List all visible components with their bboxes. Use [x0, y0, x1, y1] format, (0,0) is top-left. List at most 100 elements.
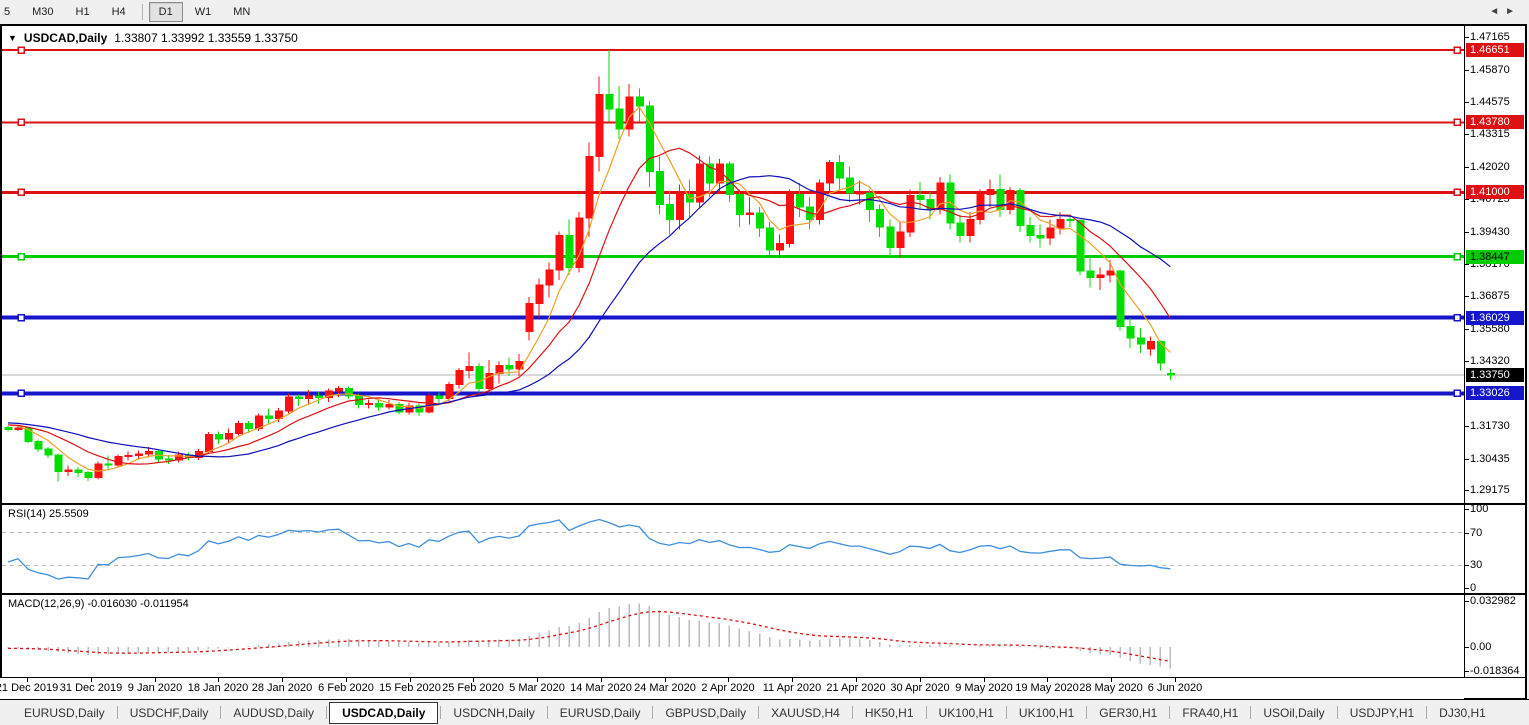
date-axis-label[interactable]: 14 Mar 2020 — [570, 682, 632, 694]
hline-handle[interactable] — [1454, 47, 1460, 53]
chart-tab-uk100-h1[interactable]: UK100,H1 — [929, 703, 1004, 723]
price-axis-tick — [1464, 426, 1469, 427]
candle-body-bear — [566, 236, 573, 268]
macd-indicator-pane[interactable] — [2, 595, 1464, 677]
rsi-axis-tick — [1464, 509, 1469, 510]
price-axis-tick — [1464, 37, 1469, 38]
hline-handle[interactable] — [1454, 315, 1460, 321]
hline-handle[interactable] — [18, 47, 24, 53]
chart-tab-usdjpy-h1[interactable]: USDJPY,H1 — [1340, 703, 1424, 723]
tab-separator — [440, 706, 441, 719]
candle-body-bear — [215, 435, 222, 439]
date-axis-label[interactable]: 30 Apr 2020 — [890, 682, 949, 694]
candle-body-bear — [917, 195, 924, 199]
hline-handle[interactable] — [1454, 189, 1460, 195]
chevron-down-icon[interactable]: ▼ — [8, 33, 17, 43]
chart-tab-gbpusd-daily[interactable]: GBPUSD,Daily — [655, 703, 756, 723]
hline-handle[interactable] — [1454, 390, 1460, 396]
date-axis-label[interactable]: 28 May 2020 — [1079, 682, 1143, 694]
timeframe-button-w1[interactable]: W1 — [185, 2, 222, 22]
date-axis-label[interactable]: 24 Mar 2020 — [634, 682, 696, 694]
candle-body-bull — [466, 367, 473, 371]
chart-tab-ger30-h1[interactable]: GER30,H1 — [1089, 703, 1167, 723]
date-axis-label[interactable]: 9 Jan 2020 — [128, 682, 182, 694]
date-axis-label[interactable]: 11 Apr 2020 — [763, 682, 822, 694]
hline-handle[interactable] — [18, 390, 24, 396]
date-axis-label[interactable]: 15 Feb 2020 — [379, 682, 441, 694]
chart-tab-usoil-daily[interactable]: USOil,Daily — [1253, 703, 1334, 723]
chart-tab-usdchf-daily[interactable]: USDCHF,Daily — [120, 703, 219, 723]
timeframe-button-h1[interactable]: H1 — [66, 2, 100, 22]
candle-body-bull — [15, 428, 22, 430]
candle-body-bull — [977, 194, 984, 219]
date-axis-label[interactable]: 18 Jan 2020 — [188, 682, 249, 694]
chart-tab-hk50-h1[interactable]: HK50,H1 — [855, 703, 924, 723]
chart-title[interactable]: ▼ USDCAD,Daily 1.33807 1.33992 1.33559 1… — [8, 31, 298, 45]
candle-body-bear — [266, 416, 273, 419]
date-axis-label[interactable]: 25 Feb 2020 — [442, 682, 504, 694]
price-axis-label: 1.36875 — [1470, 290, 1510, 302]
tab-separator — [547, 706, 548, 719]
timeframe-button-5[interactable]: 5 — [1, 2, 20, 22]
date-axis-label[interactable]: 5 Mar 2020 — [509, 682, 565, 694]
hline-handle[interactable] — [1454, 254, 1460, 260]
hline-handle[interactable] — [18, 254, 24, 260]
tab-scroll-right-icon[interactable]: ► — [1505, 6, 1521, 17]
date-axis-label[interactable]: 28 Jan 2020 — [252, 682, 313, 694]
timeframe-toolbar: 5M30H1H4 D1W1MN — [0, 0, 1529, 24]
chart-tab-audusd-daily[interactable]: AUDUSD,Daily — [223, 703, 324, 723]
candle-body-bear — [666, 204, 673, 219]
date-axis-label[interactable]: 9 May 2020 — [955, 682, 1012, 694]
candle-body-bear — [877, 210, 884, 228]
timeframe-button-m30[interactable]: M30 — [22, 2, 63, 22]
price-axis-tick — [1464, 329, 1469, 330]
price-axis-label: 1.31730 — [1470, 420, 1510, 432]
candle-body-bear — [646, 106, 653, 171]
rsi-indicator-pane[interactable] — [2, 505, 1464, 593]
candle-body-bear — [35, 441, 42, 449]
tab-scroll-arrows[interactable]: ◄► — [1489, 6, 1521, 17]
macd-axis-tick — [1464, 647, 1469, 648]
candle-body-bull — [576, 218, 583, 267]
rsi-axis-label: 0 — [1470, 582, 1476, 594]
date-axis-label[interactable]: 31 Dec 2019 — [60, 682, 122, 694]
date-axis-label[interactable]: 19 May 2020 — [1015, 682, 1079, 694]
hline-handle[interactable] — [18, 189, 24, 195]
tab-separator — [1337, 706, 1338, 719]
date-axis-label[interactable]: 2 Apr 2020 — [701, 682, 754, 694]
tab-separator — [758, 706, 759, 719]
chart-tab-fra40-h1[interactable]: FRA40,H1 — [1172, 703, 1248, 723]
chart-tab-eurusd-daily[interactable]: EURUSD,Daily — [550, 703, 651, 723]
candlestick-chart[interactable] — [2, 26, 1464, 503]
date-axis-label[interactable]: 6 Feb 2020 — [318, 682, 374, 694]
chart-tab-usdcad-daily[interactable]: USDCAD,Daily — [329, 702, 438, 724]
candle-body-bull — [286, 397, 293, 411]
candle-body-bull — [446, 384, 453, 398]
candle-body-bull — [586, 157, 593, 218]
chart-tab-uk100-h1[interactable]: UK100,H1 — [1009, 703, 1084, 723]
candle-body-bull — [1047, 228, 1054, 238]
candle-body-bear — [1037, 236, 1044, 239]
tab-separator — [326, 706, 327, 719]
candle-body-bull — [546, 270, 553, 285]
price-axis-tick — [1464, 232, 1469, 233]
chart-tab-eurusd-daily[interactable]: EURUSD,Daily — [14, 703, 115, 723]
date-axis-label[interactable]: 6 Jun 2020 — [1148, 682, 1202, 694]
chart-tab-usdcnh-daily[interactable]: USDCNH,Daily — [443, 703, 544, 723]
chart-tab-xauusd-h4[interactable]: XAUUSD,H4 — [761, 703, 850, 723]
price-axis-label: 1.45870 — [1470, 64, 1510, 76]
tab-scroll-left-icon[interactable]: ◄ — [1489, 6, 1505, 17]
price-axis-label: 1.30435 — [1470, 453, 1510, 465]
date-axis-label[interactable]: 21 Dec 2019 — [0, 682, 58, 694]
chart-tab-dj30-h1[interactable]: DJ30,H1 — [1429, 703, 1496, 723]
hline-handle[interactable] — [18, 315, 24, 321]
candle-body-bull — [456, 371, 463, 385]
timeframe-button-mn[interactable]: MN — [223, 2, 260, 22]
timeframe-button-d1[interactable]: D1 — [149, 2, 183, 22]
hline-handle[interactable] — [18, 119, 24, 125]
hline-handle[interactable] — [1454, 119, 1460, 125]
candle-body-bull — [777, 243, 784, 250]
candle-body-bear — [245, 424, 252, 429]
timeframe-button-h4[interactable]: H4 — [102, 2, 136, 22]
date-axis-label[interactable]: 21 Apr 2020 — [826, 682, 885, 694]
